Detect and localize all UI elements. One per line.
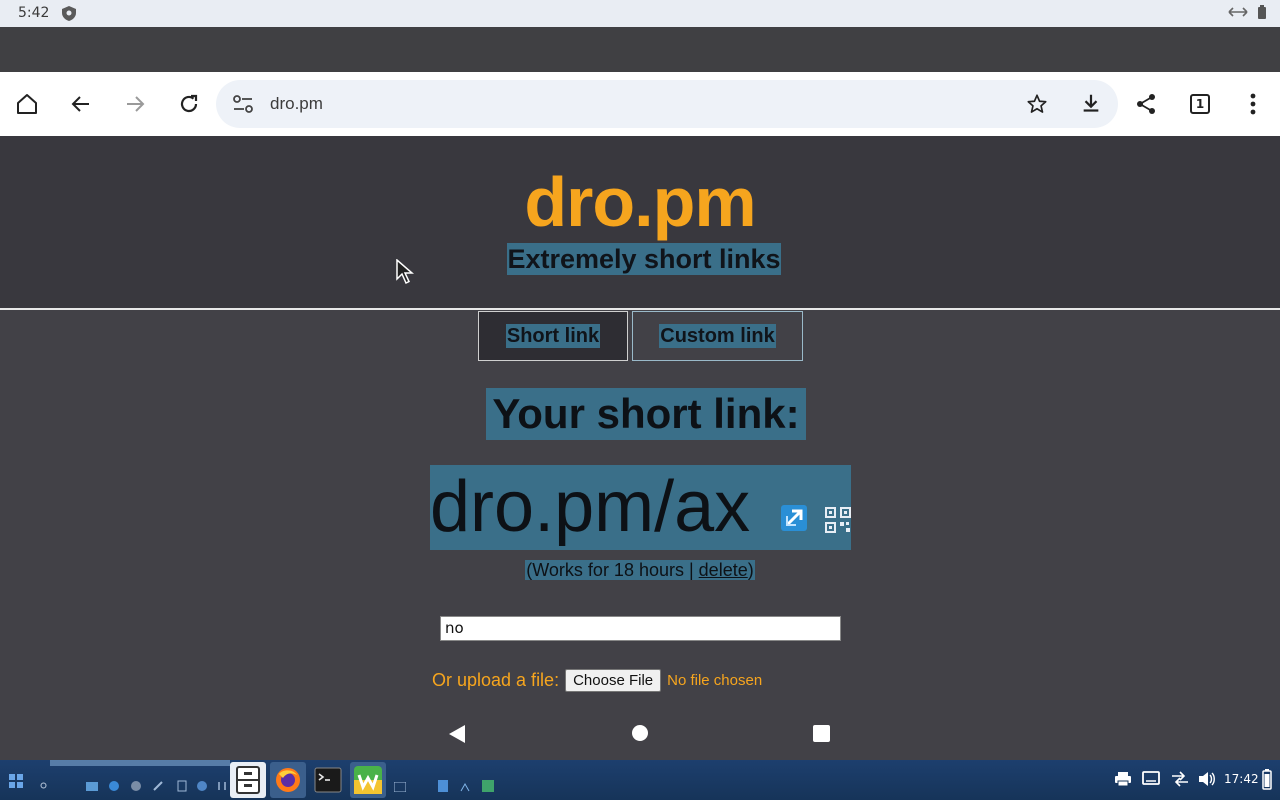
expiry-prefix: (Works for 18 hours | xyxy=(526,560,699,580)
app-icon[interactable] xyxy=(216,780,228,792)
bookmark-star-icon[interactable] xyxy=(1026,93,1048,115)
site-tagline: Extremely short links xyxy=(507,243,781,275)
expiry-suffix: ) xyxy=(747,560,754,580)
edge-icon[interactable] xyxy=(108,780,120,792)
page-header: dro.pm Extremely short links xyxy=(0,136,1280,310)
taskbar: 17:42 xyxy=(0,760,1280,800)
nav-back-icon[interactable] xyxy=(448,724,466,744)
app-icon[interactable] xyxy=(482,780,494,792)
site-logo[interactable]: dro.pm xyxy=(0,162,1280,242)
share-button[interactable] xyxy=(1130,88,1162,120)
start-menu-icon[interactable] xyxy=(9,774,23,788)
volume-icon[interactable] xyxy=(1198,771,1216,787)
reload-button[interactable] xyxy=(173,88,205,120)
network-disconnected-icon[interactable] xyxy=(1170,771,1190,787)
mouse-cursor-icon xyxy=(396,259,414,285)
tab-count: 1 xyxy=(1195,97,1205,111)
app-icon[interactable] xyxy=(394,782,406,792)
status-icons xyxy=(1228,5,1266,19)
back-button[interactable] xyxy=(65,88,97,120)
file-cabinet-taskbar-button[interactable] xyxy=(230,762,266,798)
delete-link[interactable]: delete xyxy=(699,560,748,580)
app-icon[interactable] xyxy=(196,780,208,792)
link-type-tabs: Short link Custom link xyxy=(478,311,804,361)
tab-custom-link[interactable]: Custom link xyxy=(632,311,803,361)
forward-icon xyxy=(127,96,145,112)
battery-icon xyxy=(1258,5,1266,19)
more-menu-icon xyxy=(1250,93,1256,115)
upload-label: Or upload a file: xyxy=(432,669,560,690)
home-icon xyxy=(17,94,37,114)
more-menu-button[interactable] xyxy=(1237,88,1269,120)
app-icon[interactable] xyxy=(176,780,188,792)
firefox-icon xyxy=(276,768,300,792)
url-text[interactable]: dro.pm xyxy=(270,94,323,114)
system-strip xyxy=(0,27,1280,72)
status-time: 5:42 xyxy=(18,5,50,21)
terminal-icon xyxy=(314,767,342,793)
waydroid-icon xyxy=(354,766,382,794)
search-icon[interactable] xyxy=(40,782,48,790)
tab-switcher-button[interactable]: 1 xyxy=(1184,88,1216,120)
url-input[interactable]: no xyxy=(440,616,841,641)
taskbar-wallpaper-mark xyxy=(720,760,860,782)
shield-icon xyxy=(62,6,76,21)
reload-icon xyxy=(180,94,198,113)
qr-code-icon[interactable] xyxy=(825,507,851,533)
tab-short-link-label: Short link xyxy=(505,324,601,348)
app-icon[interactable] xyxy=(438,780,448,792)
result-heading: Your short link: xyxy=(486,388,806,440)
battery-tray-icon[interactable] xyxy=(1262,768,1272,790)
open-link-icon[interactable] xyxy=(781,505,807,531)
tab-short-link[interactable]: Short link xyxy=(478,311,628,361)
nav-home-icon[interactable] xyxy=(632,725,648,741)
tab-switcher-icon: 1 xyxy=(1190,94,1210,114)
expiry-note: (Works for 18 hours | delete) xyxy=(0,560,1280,581)
explorer-icon[interactable] xyxy=(86,780,98,792)
address-bar[interactable]: dro.pm xyxy=(216,80,1118,128)
browser-toolbar: dro.pm 1 xyxy=(0,72,1280,136)
site-settings-icon[interactable] xyxy=(232,94,254,114)
firefox-taskbar-button[interactable] xyxy=(270,762,306,798)
taskbar-strip xyxy=(50,760,230,766)
taskbar-clock[interactable]: 17:42 xyxy=(1224,772,1259,786)
terminal-taskbar-button[interactable] xyxy=(310,762,346,798)
back-icon xyxy=(71,96,89,112)
download-icon[interactable] xyxy=(1080,92,1102,114)
share-icon xyxy=(1137,94,1155,114)
forward-button[interactable] xyxy=(119,88,151,120)
app-icon[interactable] xyxy=(152,780,164,792)
expiry-note-text: (Works for 18 hours | delete) xyxy=(525,560,755,580)
app-icon[interactable] xyxy=(460,780,470,792)
status-bar: 5:42 xyxy=(0,0,1280,27)
choose-file-button[interactable]: Choose File xyxy=(565,668,662,692)
nav-recents-icon[interactable] xyxy=(813,725,830,742)
upload-row: Or upload a file: Choose File No file ch… xyxy=(432,667,762,693)
home-button[interactable] xyxy=(11,88,43,120)
tab-custom-link-label: Custom link xyxy=(659,324,776,348)
short-link-result: dro.pm/ax xyxy=(430,465,851,550)
app-icon[interactable] xyxy=(130,780,142,792)
android-nav-bar xyxy=(0,710,1280,758)
file-cabinet-icon xyxy=(236,766,260,794)
display-icon[interactable] xyxy=(1142,771,1160,787)
no-file-text: No file chosen xyxy=(667,671,763,689)
printer-icon[interactable] xyxy=(1114,771,1132,787)
data-sync-icon xyxy=(1228,7,1248,17)
short-link-text[interactable]: dro.pm/ax xyxy=(430,467,750,547)
waydroid-taskbar-button[interactable] xyxy=(350,762,386,798)
